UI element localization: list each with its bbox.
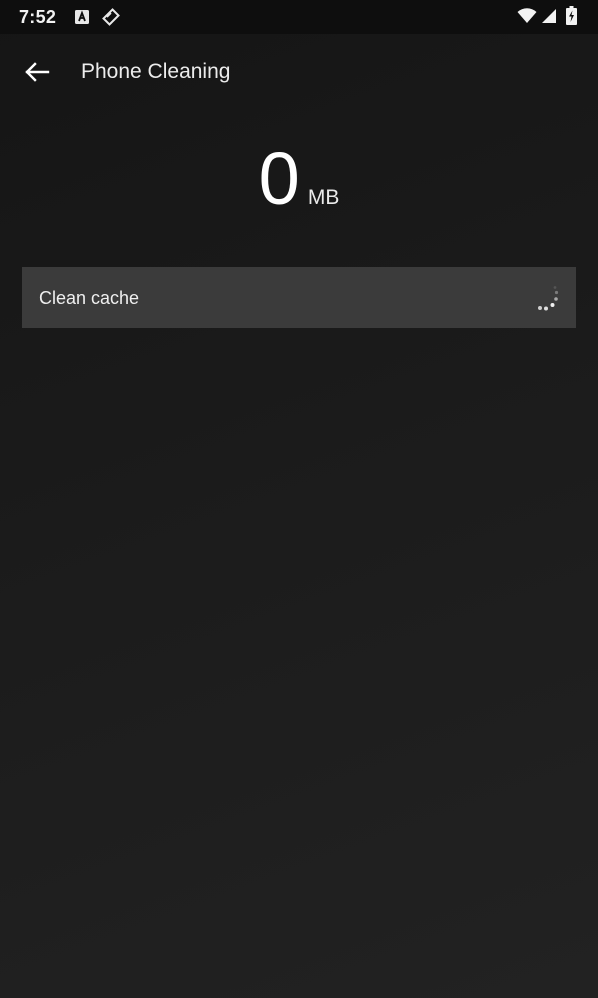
cache-size-value: 0: [258, 137, 300, 220]
status-time: 7:52: [19, 7, 57, 27]
loading-spinner-icon: [538, 286, 559, 311]
a-box-icon: [75, 10, 89, 24]
clean-cache-button[interactable]: Clean cache: [22, 267, 576, 328]
cache-size-display: 0 MB: [0, 138, 598, 220]
page-title: Phone Cleaning: [81, 60, 231, 83]
wifi-icon: [517, 8, 537, 23]
app-bar: Phone Cleaning: [0, 34, 598, 110]
battery-charging-icon: [566, 6, 577, 25]
back-button[interactable]: [16, 52, 58, 92]
arrow-left-icon: [25, 62, 50, 82]
tag-icon: [102, 8, 120, 26]
status-bar: 7:52: [0, 0, 598, 34]
cell-signal-icon: [542, 9, 556, 23]
clean-cache-label: Clean cache: [39, 288, 140, 308]
cache-size-unit: MB: [307, 186, 340, 209]
